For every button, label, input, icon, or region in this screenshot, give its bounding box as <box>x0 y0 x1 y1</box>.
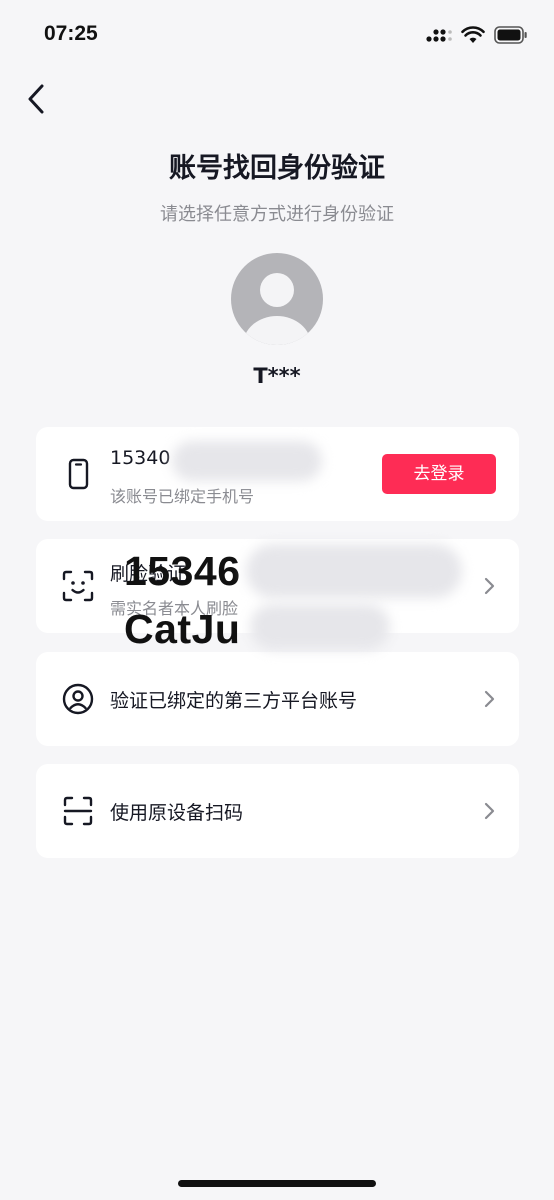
avatar <box>231 253 323 345</box>
home-indicator <box>178 1180 376 1187</box>
back-arrow-icon <box>28 84 44 114</box>
option-phone-card[interactable]: 15340 该账号已绑定手机号 去登录 <box>36 427 519 521</box>
back-button[interactable] <box>18 80 58 120</box>
option-phone-sub: 该账号已绑定手机号 <box>110 487 255 506</box>
option-third-party-card[interactable]: 验证已绑定的第三方平台账号 <box>36 652 519 746</box>
redaction-blur <box>172 441 322 481</box>
signal-icon <box>426 29 452 42</box>
scan-code-icon <box>63 796 93 826</box>
screen: 07:25 账号找回身份验证 请选择任意方式进行身份验证 T*** 15340 … <box>0 0 554 1200</box>
redaction-blur <box>250 604 390 650</box>
login-button[interactable]: 去登录 <box>382 454 496 494</box>
status-icons <box>426 24 528 46</box>
overlay-watermark-line2: CatJu <box>124 606 241 652</box>
option-scan-card[interactable]: 使用原设备扫码 <box>36 764 519 858</box>
default-avatar-icon <box>243 273 311 345</box>
chevron-right-icon <box>484 577 495 595</box>
wifi-icon <box>461 26 485 43</box>
redaction-blur <box>246 544 462 598</box>
chevron-right-icon <box>484 690 495 708</box>
option-third-party-label: 验证已绑定的第三方平台账号 <box>110 690 358 712</box>
chevron-right-icon <box>484 802 495 820</box>
option-scan-label: 使用原设备扫码 <box>110 802 244 824</box>
phone-icon <box>68 458 89 490</box>
page-subtitle: 请选择任意方式进行身份验证 <box>160 204 394 225</box>
page-title: 账号找回身份验证 <box>169 153 385 184</box>
overlay-watermark-line1: 15346 <box>124 548 241 594</box>
username: T*** <box>253 364 301 388</box>
face-scan-icon <box>62 570 94 602</box>
option-phone-number: 15340 <box>110 447 171 469</box>
user-circle-icon <box>62 683 94 715</box>
battery-icon <box>494 26 527 44</box>
status-time: 07:25 <box>44 22 98 45</box>
